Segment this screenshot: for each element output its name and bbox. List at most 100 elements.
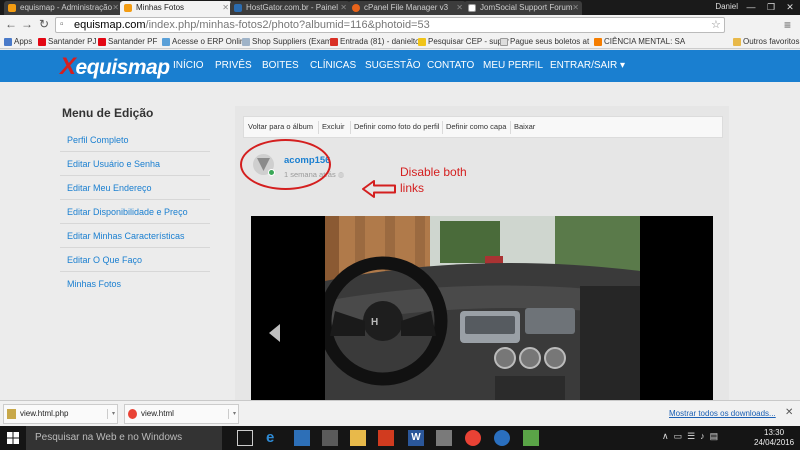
nav-prives[interactable]: PRIVÊS	[215, 60, 252, 71]
bookmark-label: Outros favoritos	[743, 37, 800, 46]
system-tray[interactable]: ∧ ▭ ☰ ♪ ▤	[662, 431, 718, 442]
sidebar-item-o-que-faco[interactable]: Editar O Que Faço	[60, 248, 210, 272]
set-profile-photo-button[interactable]: Definir como foto do perfil	[354, 122, 439, 131]
site-header: Xequismap INÍCIO PRIVÊS BOITES CLÍNICAS …	[0, 50, 800, 82]
page-info-icon[interactable]: ▫	[60, 18, 64, 32]
bookmark-label: Apps	[14, 37, 33, 46]
sidebar-item-perfil-completo[interactable]: Perfil Completo	[60, 128, 210, 152]
bookmark-item[interactable]: Entrada (81) - danielto	[330, 37, 420, 46]
bookmark-item[interactable]: Pague seus boletos at	[500, 37, 589, 46]
windows-start-icon[interactable]	[0, 426, 26, 450]
close-window-icon[interactable]: ✕	[781, 0, 799, 15]
taskbar-search-input[interactable]: Pesquisar na Web e no Windows	[26, 426, 222, 450]
task-view-icon[interactable]	[237, 430, 253, 446]
download-button[interactable]: Baixar	[514, 122, 535, 131]
word-icon[interactable]: W	[408, 430, 424, 446]
download-item[interactable]: view.html ▾	[124, 404, 239, 424]
joomla-favicon-icon	[8, 4, 16, 12]
folder-icon	[733, 38, 741, 46]
back-icon[interactable]: ←	[4, 18, 18, 32]
browser-tab[interactable]: cPanel File Manager v3 ✕	[348, 1, 466, 15]
bookmark-label: Pesquisar CEP - super	[428, 37, 510, 46]
profile-name[interactable]: Daniel	[715, 2, 738, 11]
close-icon[interactable]: ✕	[456, 1, 463, 15]
blogger-icon	[594, 38, 602, 46]
bookmark-star-icon[interactable]: ☆	[711, 18, 721, 31]
browser-tab[interactable]: JomSocial Support Forum ✕	[464, 1, 582, 15]
restore-icon[interactable]: ❐	[762, 0, 780, 15]
bookmark-item[interactable]: Santander PF	[98, 37, 157, 46]
taskbar-clock[interactable]: 13:30 24/04/2016	[754, 428, 794, 448]
reload-icon[interactable]: ↻	[37, 18, 51, 32]
clock-time: 13:30	[764, 428, 785, 437]
file-explorer-icon[interactable]	[350, 430, 366, 446]
photo-toolbar: Voltar para o álbum Excluir Definir como…	[243, 116, 723, 138]
nav-sugestao[interactable]: SUGESTÃO	[365, 60, 421, 71]
app-grid-icon[interactable]	[322, 430, 338, 446]
sidebar-item-usuario-senha[interactable]: Editar Usuário e Senha	[60, 152, 210, 176]
close-icon[interactable]: ✕	[785, 407, 793, 418]
nav-inicio[interactable]: INÍCIO	[173, 60, 204, 71]
sidebar-item-minhas-fotos[interactable]: Minhas Fotos	[60, 272, 210, 296]
app-icon[interactable]	[378, 430, 394, 446]
browser-tab-strip: equismap - Administração ✕ Minhas Fotos …	[0, 0, 800, 15]
url-host: equismap.com	[74, 19, 146, 31]
minimize-icon[interactable]: —	[742, 0, 760, 15]
set-cover-button[interactable]: Definir como capa	[446, 122, 506, 131]
download-item[interactable]: view.html.php ▾	[3, 404, 118, 424]
store-icon[interactable]	[294, 430, 310, 446]
nav-entrar-sair[interactable]: ENTRAR/SAIR ▾	[550, 60, 625, 71]
url-input[interactable]: ▫ equismap.com/index.php/minhas-fotos2/p…	[55, 17, 725, 33]
browser-tab[interactable]: equismap - Administração ✕	[4, 1, 122, 15]
site-logo[interactable]: Xequismap	[60, 53, 170, 81]
nav-meu-perfil[interactable]: MEU PERFIL	[483, 60, 543, 71]
chevron-down-icon[interactable]: ▾	[107, 409, 115, 419]
back-to-album-button[interactable]: Voltar para o álbum	[248, 122, 313, 131]
close-icon[interactable]: ✕	[222, 1, 229, 15]
bookmark-item[interactable]: Acesse o ERP Online	[162, 37, 249, 46]
forward-icon[interactable]: →	[20, 18, 34, 32]
nav-clinicas[interactable]: CLÍNICAS	[310, 60, 356, 71]
page-icon	[500, 38, 508, 46]
edge-icon[interactable]: e	[266, 430, 282, 446]
delete-button[interactable]: Excluir	[322, 122, 345, 131]
chrome-icon[interactable]	[465, 430, 481, 446]
toolbar-divider	[442, 121, 443, 134]
sidebar-item-disponibilidade[interactable]: Editar Disponibilidade e Preço	[60, 200, 210, 224]
sidebar-item-caracteristicas[interactable]: Editar Minhas Características	[60, 224, 210, 248]
browser-tab[interactable]: HostGator.com.br - Painel ✕	[230, 1, 350, 15]
show-all-downloads-link[interactable]: Mostrar todos os downloads...	[669, 409, 776, 418]
chrome-icon	[128, 409, 137, 419]
app-icon[interactable]	[523, 430, 539, 446]
bookmark-item[interactable]: Santander PJ	[38, 37, 96, 46]
nav-contato[interactable]: CONTATO	[427, 60, 474, 71]
santander-icon	[98, 38, 106, 46]
chevron-down-icon[interactable]: ▾	[228, 409, 236, 419]
browser-menu-icon[interactable]: ≡	[784, 18, 791, 32]
bookmark-item[interactable]: CIÊNCIA MENTAL: SA	[594, 37, 685, 46]
nav-boites[interactable]: BOITES	[262, 60, 299, 71]
bookmark-label: CIÊNCIA MENTAL: SA	[604, 37, 686, 46]
close-icon[interactable]: ✕	[112, 1, 119, 15]
close-icon[interactable]: ✕	[340, 1, 347, 15]
browser-tab-active[interactable]: Minhas Fotos ✕	[120, 1, 232, 15]
windows-taskbar: Pesquisar na Web e no Windows e W ∧ ▭ ☰ …	[0, 426, 800, 450]
bookmark-item[interactable]: Apps	[4, 37, 32, 46]
bookmark-item[interactable]: Pesquisar CEP - super	[418, 37, 509, 46]
tab-label: cPanel File Manager v3	[364, 3, 449, 12]
close-icon[interactable]: ✕	[572, 1, 579, 15]
address-bar-row: ← → ↻ ▫ equismap.com/index.php/minhas-fo…	[0, 15, 800, 35]
bookmark-item[interactable]: Outros favoritos	[733, 37, 799, 46]
logo-text: equismap	[75, 56, 171, 79]
sidebar-title: Menu de Edição	[62, 106, 154, 120]
apps-icon	[4, 38, 12, 46]
sidebar-item-endereco[interactable]: Editar Meu Endereço	[60, 176, 210, 200]
bookmark-label: Shop Suppliers (Exam	[252, 37, 332, 46]
gmail-icon	[330, 38, 338, 46]
prev-photo-icon[interactable]	[269, 324, 280, 342]
bookmark-item[interactable]: Shop Suppliers (Exam	[242, 37, 332, 46]
bookmark-label: Entrada (81) - danielto	[340, 37, 420, 46]
app-icon[interactable]	[436, 430, 452, 446]
bookmarks-bar: Apps Santander PJ Santander PF Acesse o …	[0, 35, 800, 49]
app-icon[interactable]	[494, 430, 510, 446]
